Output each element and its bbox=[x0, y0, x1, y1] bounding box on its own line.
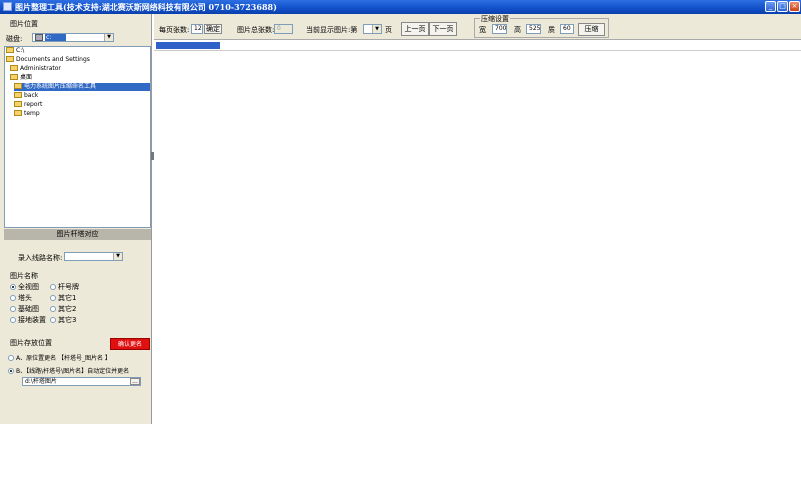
window-title: 图片整理工具(技术支持:湖北赛沃斯网络科技有限公司 0710-3723688) bbox=[15, 2, 277, 12]
radio-icon bbox=[10, 284, 16, 290]
height-input[interactable]: 525 bbox=[526, 24, 541, 34]
compress-group-label: 压缩设置 bbox=[480, 14, 510, 24]
radio-icon bbox=[10, 295, 16, 301]
tree-item[interactable]: Documents and Settings bbox=[6, 56, 90, 64]
image-view-area[interactable] bbox=[154, 50, 801, 424]
folder-icon bbox=[10, 65, 18, 71]
per-page-input[interactable]: 12 bbox=[191, 24, 203, 34]
chevron-down-icon[interactable]: ▼ bbox=[113, 253, 122, 260]
radio-icon bbox=[50, 295, 56, 301]
title-bar: 图片整理工具(技术支持:湖北赛沃斯网络科技有限公司 0710-3723688) … bbox=[0, 0, 801, 14]
folder-tree[interactable]: C:\ Documents and Settings Administrator… bbox=[4, 46, 151, 228]
confirm-button[interactable]: 确定 bbox=[204, 24, 222, 34]
current-page-select[interactable]: ▼ bbox=[363, 24, 382, 34]
height-label: 高 bbox=[514, 26, 521, 34]
path-input[interactable]: d:\杆塔图片 bbox=[22, 377, 141, 386]
radio-storage-a[interactable]: A、原位置更名 【杆塔号_图片名 】 bbox=[8, 353, 111, 362]
chevron-down-icon[interactable]: ▼ bbox=[372, 25, 381, 33]
folder-icon bbox=[6, 47, 14, 53]
folder-icon bbox=[14, 110, 22, 116]
tree-item[interactable]: report bbox=[14, 101, 42, 109]
radio-other3[interactable]: 其它3 bbox=[50, 315, 76, 325]
radio-icon bbox=[8, 355, 14, 361]
tree-item-selected[interactable]: 电力系统图片压缩命名工具 bbox=[14, 83, 150, 91]
radio-icon bbox=[8, 368, 14, 374]
drive-icon bbox=[35, 34, 43, 41]
tree-item[interactable]: back bbox=[14, 92, 38, 100]
tower-section-header: 图片杆塔对应 bbox=[4, 229, 151, 240]
maximize-button[interactable]: □ bbox=[777, 1, 788, 12]
folder-icon bbox=[14, 83, 22, 89]
close-button[interactable]: × bbox=[789, 1, 800, 12]
radio-pole-plate[interactable]: 杆号牌 bbox=[50, 282, 79, 292]
radio-icon bbox=[10, 306, 16, 312]
folder-icon bbox=[10, 74, 18, 80]
prev-page-button[interactable]: 上一页 bbox=[401, 22, 429, 36]
drive-label: 磁盘: bbox=[6, 35, 23, 43]
toolbar: 每页张数: 12 确定 图片总张数: 0 当前显示图片:第 ▼ 页 上一页 下一… bbox=[154, 14, 801, 40]
radio-full-view[interactable]: 全视图 bbox=[10, 282, 39, 292]
drive-select[interactable]: c: ▼ bbox=[32, 33, 114, 42]
app-icon bbox=[3, 2, 12, 11]
progress-bar bbox=[156, 42, 220, 49]
chevron-down-icon[interactable]: ▼ bbox=[104, 34, 113, 41]
radio-icon bbox=[10, 317, 16, 323]
quality-input[interactable]: 60 bbox=[560, 24, 574, 34]
radio-other2[interactable]: 其它2 bbox=[50, 304, 76, 314]
browse-button[interactable]: ... bbox=[130, 378, 140, 385]
radio-other1[interactable]: 其它1 bbox=[50, 293, 76, 303]
per-page-label: 每页张数: bbox=[159, 26, 190, 34]
location-group-label: 图片位置 bbox=[10, 20, 38, 28]
width-input[interactable]: 700 bbox=[492, 24, 507, 34]
quality-label: 质 bbox=[548, 26, 555, 34]
radio-tower-head[interactable]: 塔头 bbox=[10, 293, 32, 303]
folder-icon bbox=[14, 92, 22, 98]
page-suffix: 页 bbox=[385, 26, 392, 34]
radio-icon bbox=[50, 317, 56, 323]
drive-value: c: bbox=[45, 34, 66, 41]
tree-item[interactable]: 桌面 bbox=[10, 74, 32, 82]
next-page-button[interactable]: 下一页 bbox=[429, 22, 457, 36]
folder-icon bbox=[14, 101, 22, 107]
tree-item[interactable]: temp bbox=[14, 110, 40, 118]
radio-grounding[interactable]: 接地装置 bbox=[10, 315, 46, 325]
tree-item[interactable]: C:\ bbox=[6, 47, 24, 55]
storage-group-label: 图片存放位置 bbox=[10, 339, 52, 347]
current-label: 当前显示图片:第 bbox=[306, 26, 358, 34]
total-label: 图片总张数: bbox=[237, 26, 275, 34]
line-name-label: 录入线路名称: bbox=[18, 254, 63, 262]
total-input: 0 bbox=[274, 24, 293, 34]
compress-button[interactable]: 压缩 bbox=[578, 23, 605, 36]
folder-icon bbox=[6, 56, 14, 62]
width-label: 宽 bbox=[479, 26, 486, 34]
line-name-select[interactable]: ▼ bbox=[64, 252, 123, 261]
tree-item[interactable]: Administrator bbox=[10, 65, 61, 73]
radio-icon bbox=[50, 306, 56, 312]
radio-foundation[interactable]: 基础图 bbox=[10, 304, 39, 314]
minimize-button[interactable]: _ bbox=[765, 1, 776, 12]
radio-icon bbox=[50, 284, 56, 290]
picture-name-group-label: 图片名称 bbox=[10, 272, 38, 280]
radio-storage-b[interactable]: B、【线路\杆塔号\图片名】自动定位并更名 bbox=[8, 366, 129, 375]
confirm-rename-button[interactable]: 确认更名 bbox=[110, 338, 150, 350]
